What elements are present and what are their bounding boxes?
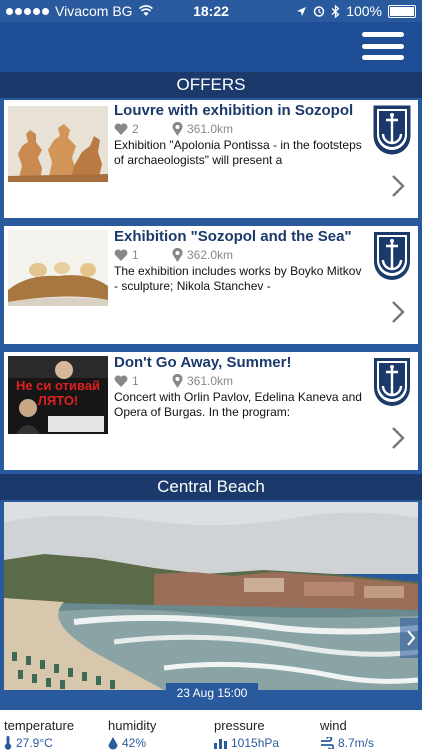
pressure-reading: 1015hPa xyxy=(214,736,314,750)
chevron-right-icon[interactable] xyxy=(390,426,406,450)
heart-icon xyxy=(114,249,128,261)
chevron-right-icon[interactable] xyxy=(390,300,406,324)
heart-icon xyxy=(114,375,128,387)
sozopol-crest-icon xyxy=(374,358,410,406)
pressure-value: 1015hPa xyxy=(231,736,280,750)
beach-webcam-image[interactable] xyxy=(4,502,418,690)
likes: 1 xyxy=(114,248,172,262)
figurines-image xyxy=(8,106,108,182)
distance: 361.0km xyxy=(172,374,233,388)
weather-humidity: humidity 42% xyxy=(108,718,208,750)
offer-card-sozopol-sea[interactable]: Exhibition "Sozopol and the Sea" 1 362.0… xyxy=(4,226,418,344)
location-arrow-icon xyxy=(297,6,307,16)
temperature-reading: 27.9°C xyxy=(4,736,104,750)
offer-thumbnail xyxy=(8,106,108,182)
temperature-value: 27.9°C xyxy=(16,736,53,750)
offer-title: Exhibition "Sozopol and the Sea" xyxy=(114,228,352,245)
distance-value: 362.0km xyxy=(187,248,234,262)
heart-icon xyxy=(114,123,128,135)
beach-section-header: Central Beach xyxy=(0,474,422,500)
offer-meta: 1 361.0km xyxy=(114,374,233,388)
offer-card-louvre[interactable]: Louvre with exhibition in Sozopol 2 361.… xyxy=(4,100,418,218)
temperature-label: temperature xyxy=(4,718,75,733)
likes-count: 2 xyxy=(132,122,139,136)
beach-photo xyxy=(4,502,418,690)
chevron-right-icon[interactable] xyxy=(390,174,406,198)
location-pin-icon xyxy=(172,248,183,262)
wind-label: wind xyxy=(320,718,347,733)
offer-description: Concert with Orlin Pavlov, Edelina Kanev… xyxy=(114,390,362,419)
bar-chart-icon xyxy=(214,739,227,749)
sozopol-crest-icon xyxy=(373,105,411,155)
battery-icon xyxy=(388,4,416,18)
battery-percent: 100% xyxy=(346,3,382,19)
app-header xyxy=(0,22,422,72)
likes-count: 1 xyxy=(132,374,139,388)
likes: 2 xyxy=(114,122,172,136)
bluetooth-icon xyxy=(331,4,340,18)
offer-thumbnail: Не си отивай ЛЯТО! xyxy=(8,356,108,434)
offers-section-header: OFFERS xyxy=(0,72,422,98)
distance: 362.0km xyxy=(172,248,233,262)
thermometer-icon xyxy=(4,736,12,750)
offer-title: Don't Go Away, Summer! xyxy=(114,354,292,371)
weather-wind: wind 8.7m/s xyxy=(320,718,420,750)
offer-card-dont-go-away-summer[interactable]: Не си отивай ЛЯТО! Don't Go Away, Summer… xyxy=(4,352,418,470)
weather-temperature: temperature 27.9°C xyxy=(4,718,104,750)
offer-meta: 2 361.0km xyxy=(114,122,233,136)
chevron-right-icon xyxy=(407,630,416,646)
offers-section-title: OFFERS xyxy=(176,75,246,94)
sozopol-crest-icon xyxy=(374,232,410,280)
humidity-label: humidity xyxy=(108,718,157,733)
status-bar: Vivacom BG 18:22 100% xyxy=(0,0,422,22)
offer-description: The exhibition includes works by Boyko M… xyxy=(114,264,362,293)
poster-title-text: Не си отивай ЛЯТО! xyxy=(15,378,101,408)
status-right: 100% xyxy=(296,3,416,19)
location-pin-icon xyxy=(172,122,183,136)
weather-pressure: pressure 1015hPa xyxy=(214,718,314,750)
alarm-icon xyxy=(313,6,325,17)
wind-value: 8.7m/s xyxy=(338,736,375,750)
location-pin-icon xyxy=(172,374,183,388)
humidity-value: 42% xyxy=(122,736,147,750)
webcam-timestamp: 23 Aug 15:00 xyxy=(166,683,258,703)
hamburger-menu-icon[interactable] xyxy=(362,32,404,60)
offer-title: Louvre with exhibition in Sozopol xyxy=(114,102,354,119)
next-image-button[interactable] xyxy=(400,618,422,658)
humidity-reading: 42% xyxy=(108,736,208,750)
offer-thumbnail xyxy=(8,230,108,306)
offer-description: Exhibition "Apolonia Pontissa - in the f… xyxy=(114,138,362,167)
distance-value: 361.0km xyxy=(187,122,234,136)
drop-icon xyxy=(108,736,118,749)
beach-section-title: Central Beach xyxy=(157,477,265,496)
distance: 361.0km xyxy=(172,122,233,136)
offer-meta: 1 362.0km xyxy=(114,248,233,262)
weather-panel: temperature 27.9°C humidity 42% pressure… xyxy=(0,710,422,750)
likes-count: 1 xyxy=(132,248,139,262)
likes: 1 xyxy=(114,374,172,388)
wind-icon xyxy=(321,737,334,749)
distance-value: 361.0km xyxy=(187,374,234,388)
pressure-label: pressure xyxy=(214,718,265,733)
sculpture-image xyxy=(8,230,108,306)
wind-reading: 8.7m/s xyxy=(320,736,420,750)
